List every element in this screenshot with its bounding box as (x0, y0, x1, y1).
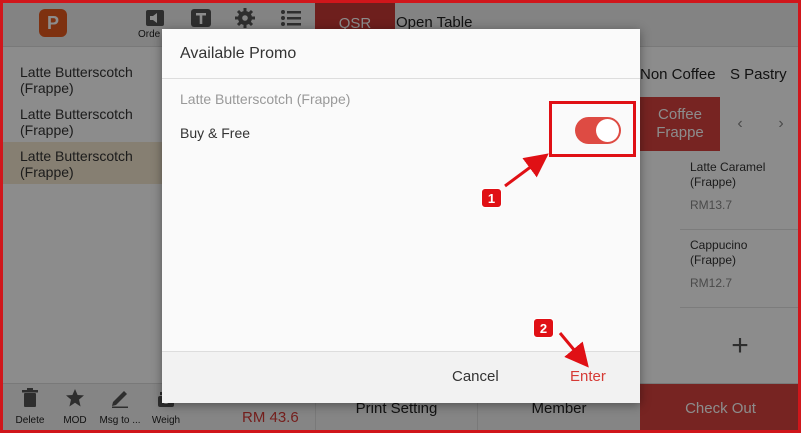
enter-button[interactable]: Enter (560, 366, 616, 387)
step-badge-2: 2 (533, 318, 554, 338)
dialog-footer: Cancel Enter (162, 351, 640, 403)
cancel-button[interactable]: Cancel (442, 366, 509, 387)
promo-label: Buy & Free (180, 125, 251, 141)
divider (162, 78, 640, 79)
promo-item-name: Latte Butterscotch (Frappe) (180, 91, 351, 107)
step-badge-1: 1 (481, 188, 502, 208)
available-promo-dialog: Available Promo Latte Butterscotch (Frap… (162, 29, 640, 403)
dialog-title: Available Promo (180, 45, 297, 62)
highlight-box (549, 101, 636, 157)
